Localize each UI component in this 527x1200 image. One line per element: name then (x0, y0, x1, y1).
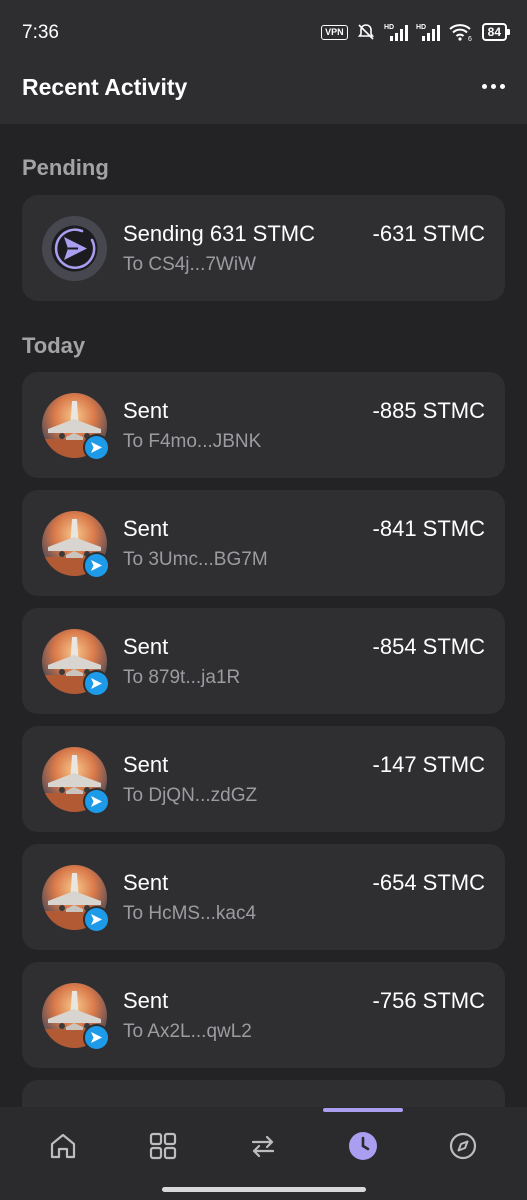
signal-icon: HD (384, 24, 408, 41)
activity-row[interactable]: Sent To HcMS...kac4 -654 STMC (22, 844, 505, 950)
status-icons: VPN HD HD 6 84 (321, 22, 511, 42)
more-options-icon[interactable] (481, 74, 505, 98)
activity-row[interactable]: Sent To F4mo...JBNK -885 STMC (22, 372, 505, 478)
activity-title: Sending 631 STMC (123, 221, 315, 246)
svg-text:HD: HD (416, 24, 426, 31)
compass-icon (449, 1132, 477, 1160)
activity-recipient: To 879t...ja1R (123, 667, 241, 688)
sent-badge-icon (83, 906, 110, 933)
activity-title: Sent (123, 988, 169, 1013)
app-header: Recent Activity (0, 62, 527, 124)
activity-row[interactable]: Sent To 879t...ja1R -854 STMC (22, 608, 505, 714)
status-time: 7:36 (22, 22, 59, 43)
activity-title: Sent (123, 634, 169, 659)
battery-icon: 84 (481, 23, 511, 41)
activity-recipient: To DjQN...zdGZ (123, 785, 258, 806)
home-icon (50, 1133, 76, 1159)
swap-icon (251, 1135, 275, 1158)
activity-amount: -885 STMC (372, 398, 485, 423)
activity-title: Sent (123, 870, 169, 895)
bottom-nav (0, 1107, 527, 1200)
activity-recipient: To F4mo...JBNK (123, 431, 262, 452)
activity-amount: -854 STMC (372, 634, 485, 659)
activity-title: Sent (123, 516, 169, 541)
nav-active-indicator (323, 1108, 403, 1112)
vpn-icon: VPN (321, 24, 348, 40)
activity-recipient: To 3Umc...BG7M (123, 549, 268, 570)
sent-badge-icon (83, 788, 110, 815)
nav-swap-button[interactable] (238, 1125, 288, 1167)
svg-text:HD: HD (384, 24, 394, 31)
activity-row[interactable]: Sent To DjQN...zdGZ -147 STMC (22, 726, 505, 832)
activity-recipient: To Ax2L...qwL2 (123, 1021, 252, 1042)
activity-amount: -631 STMC (372, 221, 485, 246)
pending-send-icon (42, 216, 107, 281)
section-label-today: Today (22, 333, 86, 358)
gesture-home-bar[interactable] (162, 1187, 366, 1192)
status-bar: 7:36 VPN HD HD 6 84 (0, 0, 527, 62)
grid-icon (149, 1132, 177, 1160)
sent-badge-icon (83, 552, 110, 579)
activity-row[interactable]: Sent To Ax2L...qwL2 -756 STMC (22, 962, 505, 1068)
section-label-pending: Pending (22, 155, 109, 180)
activity-amount: -841 STMC (372, 516, 485, 541)
page-title: Recent Activity (22, 74, 188, 100)
activity-title: Sent (123, 398, 169, 423)
silent-bell-icon (357, 24, 374, 40)
activity-amount: -756 STMC (372, 988, 485, 1013)
sent-badge-icon (83, 670, 110, 697)
sent-badge-icon (83, 434, 110, 461)
nav-grid-button[interactable] (138, 1125, 188, 1167)
activity-title: Sent (123, 752, 169, 777)
svg-text:6: 6 (468, 36, 472, 42)
activity-amount: -654 STMC (372, 870, 485, 895)
activity-row-pending[interactable]: Sending 631 STMC To CS4j...7WiW -631 STM… (22, 195, 505, 301)
clock-icon (349, 1132, 377, 1160)
activity-row[interactable]: Sent To 3Umc...BG7M -841 STMC (22, 490, 505, 596)
wifi-icon: 6 (448, 24, 472, 42)
nav-home-button[interactable] (38, 1125, 88, 1167)
nav-explore-button[interactable] (438, 1125, 488, 1167)
activity-recipient: To CS4j...7WiW (123, 254, 257, 275)
nav-activity-button[interactable] (338, 1125, 388, 1167)
signal-icon-2: HD (416, 24, 440, 41)
sent-badge-icon (83, 1024, 110, 1051)
activity-amount: -147 STMC (372, 752, 485, 777)
activity-recipient: To HcMS...kac4 (123, 903, 257, 924)
